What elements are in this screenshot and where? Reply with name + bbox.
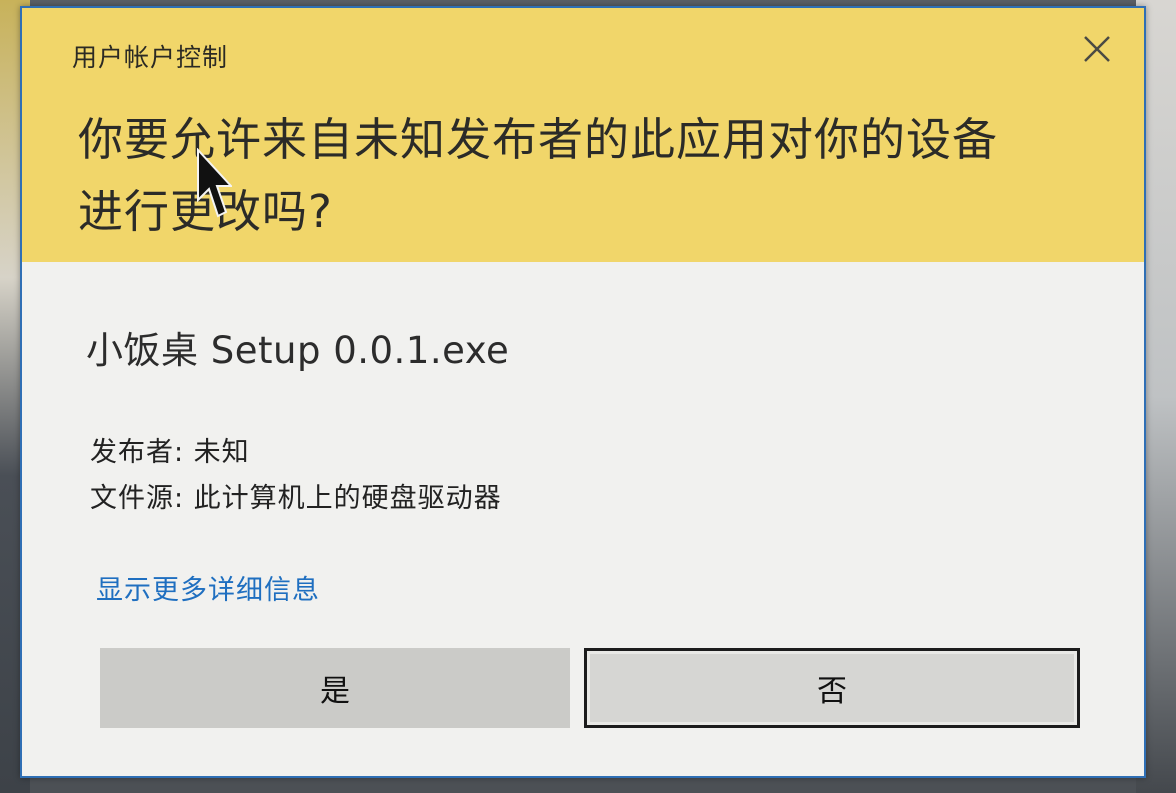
yes-button[interactable]: 是 — [100, 648, 570, 728]
no-button[interactable]: 否 — [584, 648, 1080, 728]
dialog-title: 用户帐户控制 — [72, 43, 229, 72]
yes-button-label: 是 — [320, 674, 350, 709]
dialog-header: 用户帐户控制 你要允许来自未知发布者的此应用对你的设备 进行更改吗? — [22, 8, 1144, 262]
close-icon — [1084, 36, 1110, 62]
no-button-label: 否 — [817, 674, 847, 709]
publisher-text: 发布者: 未知 — [90, 437, 250, 468]
app-name: 小饭桌 Setup 0.0.1.exe — [86, 329, 510, 372]
show-more-details-link[interactable]: 显示更多详细信息 — [96, 568, 320, 607]
file-source-text: 文件源: 此计算机上的硬盘驱动器 — [90, 483, 502, 514]
mouse-pointer-icon — [197, 148, 232, 218]
uac-dialog: 用户帐户控制 你要允许来自未知发布者的此应用对你的设备 进行更改吗? 小饭桌 S… — [20, 6, 1146, 778]
close-button[interactable] — [1074, 26, 1120, 72]
